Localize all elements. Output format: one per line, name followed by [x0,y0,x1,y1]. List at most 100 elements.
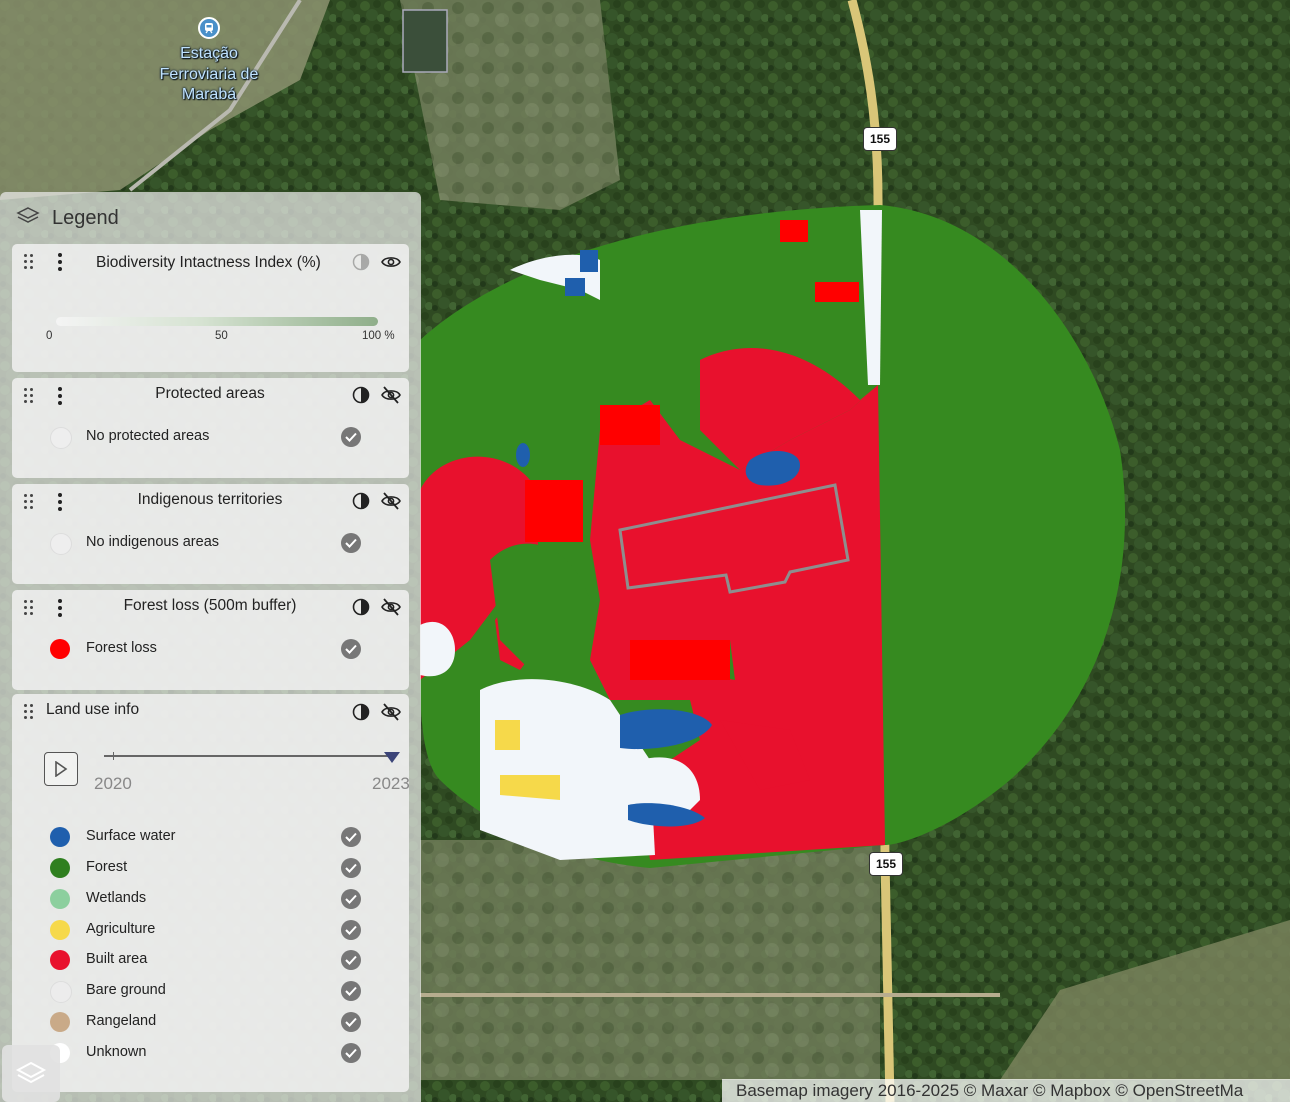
gradient-tick: 0 [46,330,53,342]
gradient-tick: 50 [215,330,228,342]
layer-title: Biodiversity Intactness Index (%) [96,254,321,271]
color-swatch [50,920,70,940]
pond [402,9,448,73]
opacity-icon[interactable] [350,596,372,618]
checkmark-icon[interactable] [341,920,361,940]
checkmark-icon[interactable] [341,1012,361,1032]
road-shield: 155 [863,127,897,151]
legend-item-surface-water: Surface water [12,824,409,850]
eye-off-icon[interactable] [380,596,402,618]
opacity-icon[interactable] [350,384,372,406]
drag-handle-icon[interactable] [24,600,36,616]
checkmark-icon[interactable] [341,639,361,659]
road-shield: 155 [869,852,903,876]
legend-item: No indigenous areas [12,530,409,556]
year-slider[interactable] [104,752,400,763]
layer-title: Protected areas [155,385,265,402]
layer-title: Forest loss (500m buffer) [123,597,297,614]
drag-handle-icon[interactable] [24,254,36,270]
layer-title: Land use info [46,701,140,718]
opacity-icon[interactable] [350,701,372,723]
forest-loss-patch [630,640,730,680]
checkmark-icon[interactable] [341,1043,361,1063]
landuse-water [565,278,585,296]
play-icon [55,761,68,777]
legend-item-label: Surface water [86,828,176,844]
legend-item-label: Agriculture [86,921,156,937]
opacity-icon[interactable] [350,251,372,273]
bii-gradient-bar [56,317,378,326]
more-options-icon[interactable] [58,253,62,271]
color-swatch [50,827,70,847]
forest-loss-patch [815,282,859,302]
legend-header: Legend [16,202,119,234]
cleared-land [420,840,880,1080]
layers-icon [15,1061,47,1083]
color-swatch [50,889,70,909]
layer-card-biodiversity: Biodiversity Intactness Index (%) 0 50 1… [12,244,409,372]
legend-item-forest: Forest [12,855,409,881]
timeline-end-year: 2023 [372,774,410,793]
color-swatch [50,427,72,449]
legend-item-wetlands: Wetlands [12,886,409,912]
eye-off-icon[interactable] [380,490,402,512]
legend-item-label: Bare ground [86,982,166,998]
map-attribution[interactable]: Basemap imagery 2016-2025 © Maxar © Mapb… [722,1079,1290,1102]
color-swatch [50,1012,70,1032]
layers-icon [16,205,40,232]
checkmark-icon[interactable] [341,981,361,1001]
checkmark-icon[interactable] [341,858,361,878]
landuse-agriculture [495,720,520,750]
checkmark-icon[interactable] [341,889,361,909]
checkmark-icon[interactable] [341,533,361,553]
checkmark-icon[interactable] [341,427,361,447]
drag-handle-icon[interactable] [24,388,36,404]
timeline-start-year: 2020 [94,774,132,793]
forest-loss-patch [780,220,808,242]
layers-toggle-button[interactable] [2,1045,60,1102]
legend-item-label: No indigenous areas [86,534,220,550]
color-swatch [50,858,70,878]
color-swatch [50,981,72,1003]
landuse-water [516,443,530,467]
checkmark-icon[interactable] [341,827,361,847]
legend-item-label: Rangeland [86,1013,157,1029]
legend-item: Forest loss [12,636,409,662]
layer-card-land-use: Land use info 2020 2023 Surface water Fo… [12,694,410,1092]
forest-loss-patch [600,405,660,445]
legend-item-label: No protected areas [86,428,210,444]
more-options-icon[interactable] [58,493,62,511]
drag-handle-icon[interactable] [24,704,36,720]
more-options-icon[interactable] [58,387,62,405]
drag-handle-icon[interactable] [24,494,36,510]
legend-item-label: Unknown [86,1044,147,1060]
play-button[interactable] [44,752,78,786]
more-options-icon[interactable] [58,599,62,617]
legend-item-rangeland: Rangeland [12,1009,409,1035]
legend-item-label: Forest loss [86,640,157,656]
station-label[interactable]: Estação Ferroviaria de Marabá [150,44,268,106]
legend-item-label: Built area [86,951,148,967]
legend-item-built-area: Built area [12,947,409,973]
layer-card-protected-areas: Protected areas No protected areas [12,378,409,478]
train-station-icon[interactable] [198,17,220,39]
eye-off-icon[interactable] [380,384,402,406]
slider-handle[interactable] [384,752,400,763]
forest-loss-patch [525,480,583,542]
slider-start-tick [113,752,114,760]
eye-icon[interactable] [380,251,402,273]
checkmark-icon[interactable] [341,950,361,970]
gradient-tick: 100 % [362,330,395,342]
opacity-icon[interactable] [350,490,372,512]
legend-item-unknown: Unknown [12,1040,409,1066]
legend-item-agriculture: Agriculture [12,917,409,943]
color-swatch [50,533,72,555]
layer-card-indigenous-territories: Indigenous territories No indigenous are… [12,484,409,584]
legend-item-bare-ground: Bare ground [12,978,409,1004]
landuse-water [580,250,598,272]
legend-item: No protected areas [12,424,409,450]
color-swatch [50,950,70,970]
legend-item-label: Wetlands [86,890,147,906]
eye-off-icon[interactable] [380,701,402,723]
layer-title: Indigenous territories [137,491,283,508]
